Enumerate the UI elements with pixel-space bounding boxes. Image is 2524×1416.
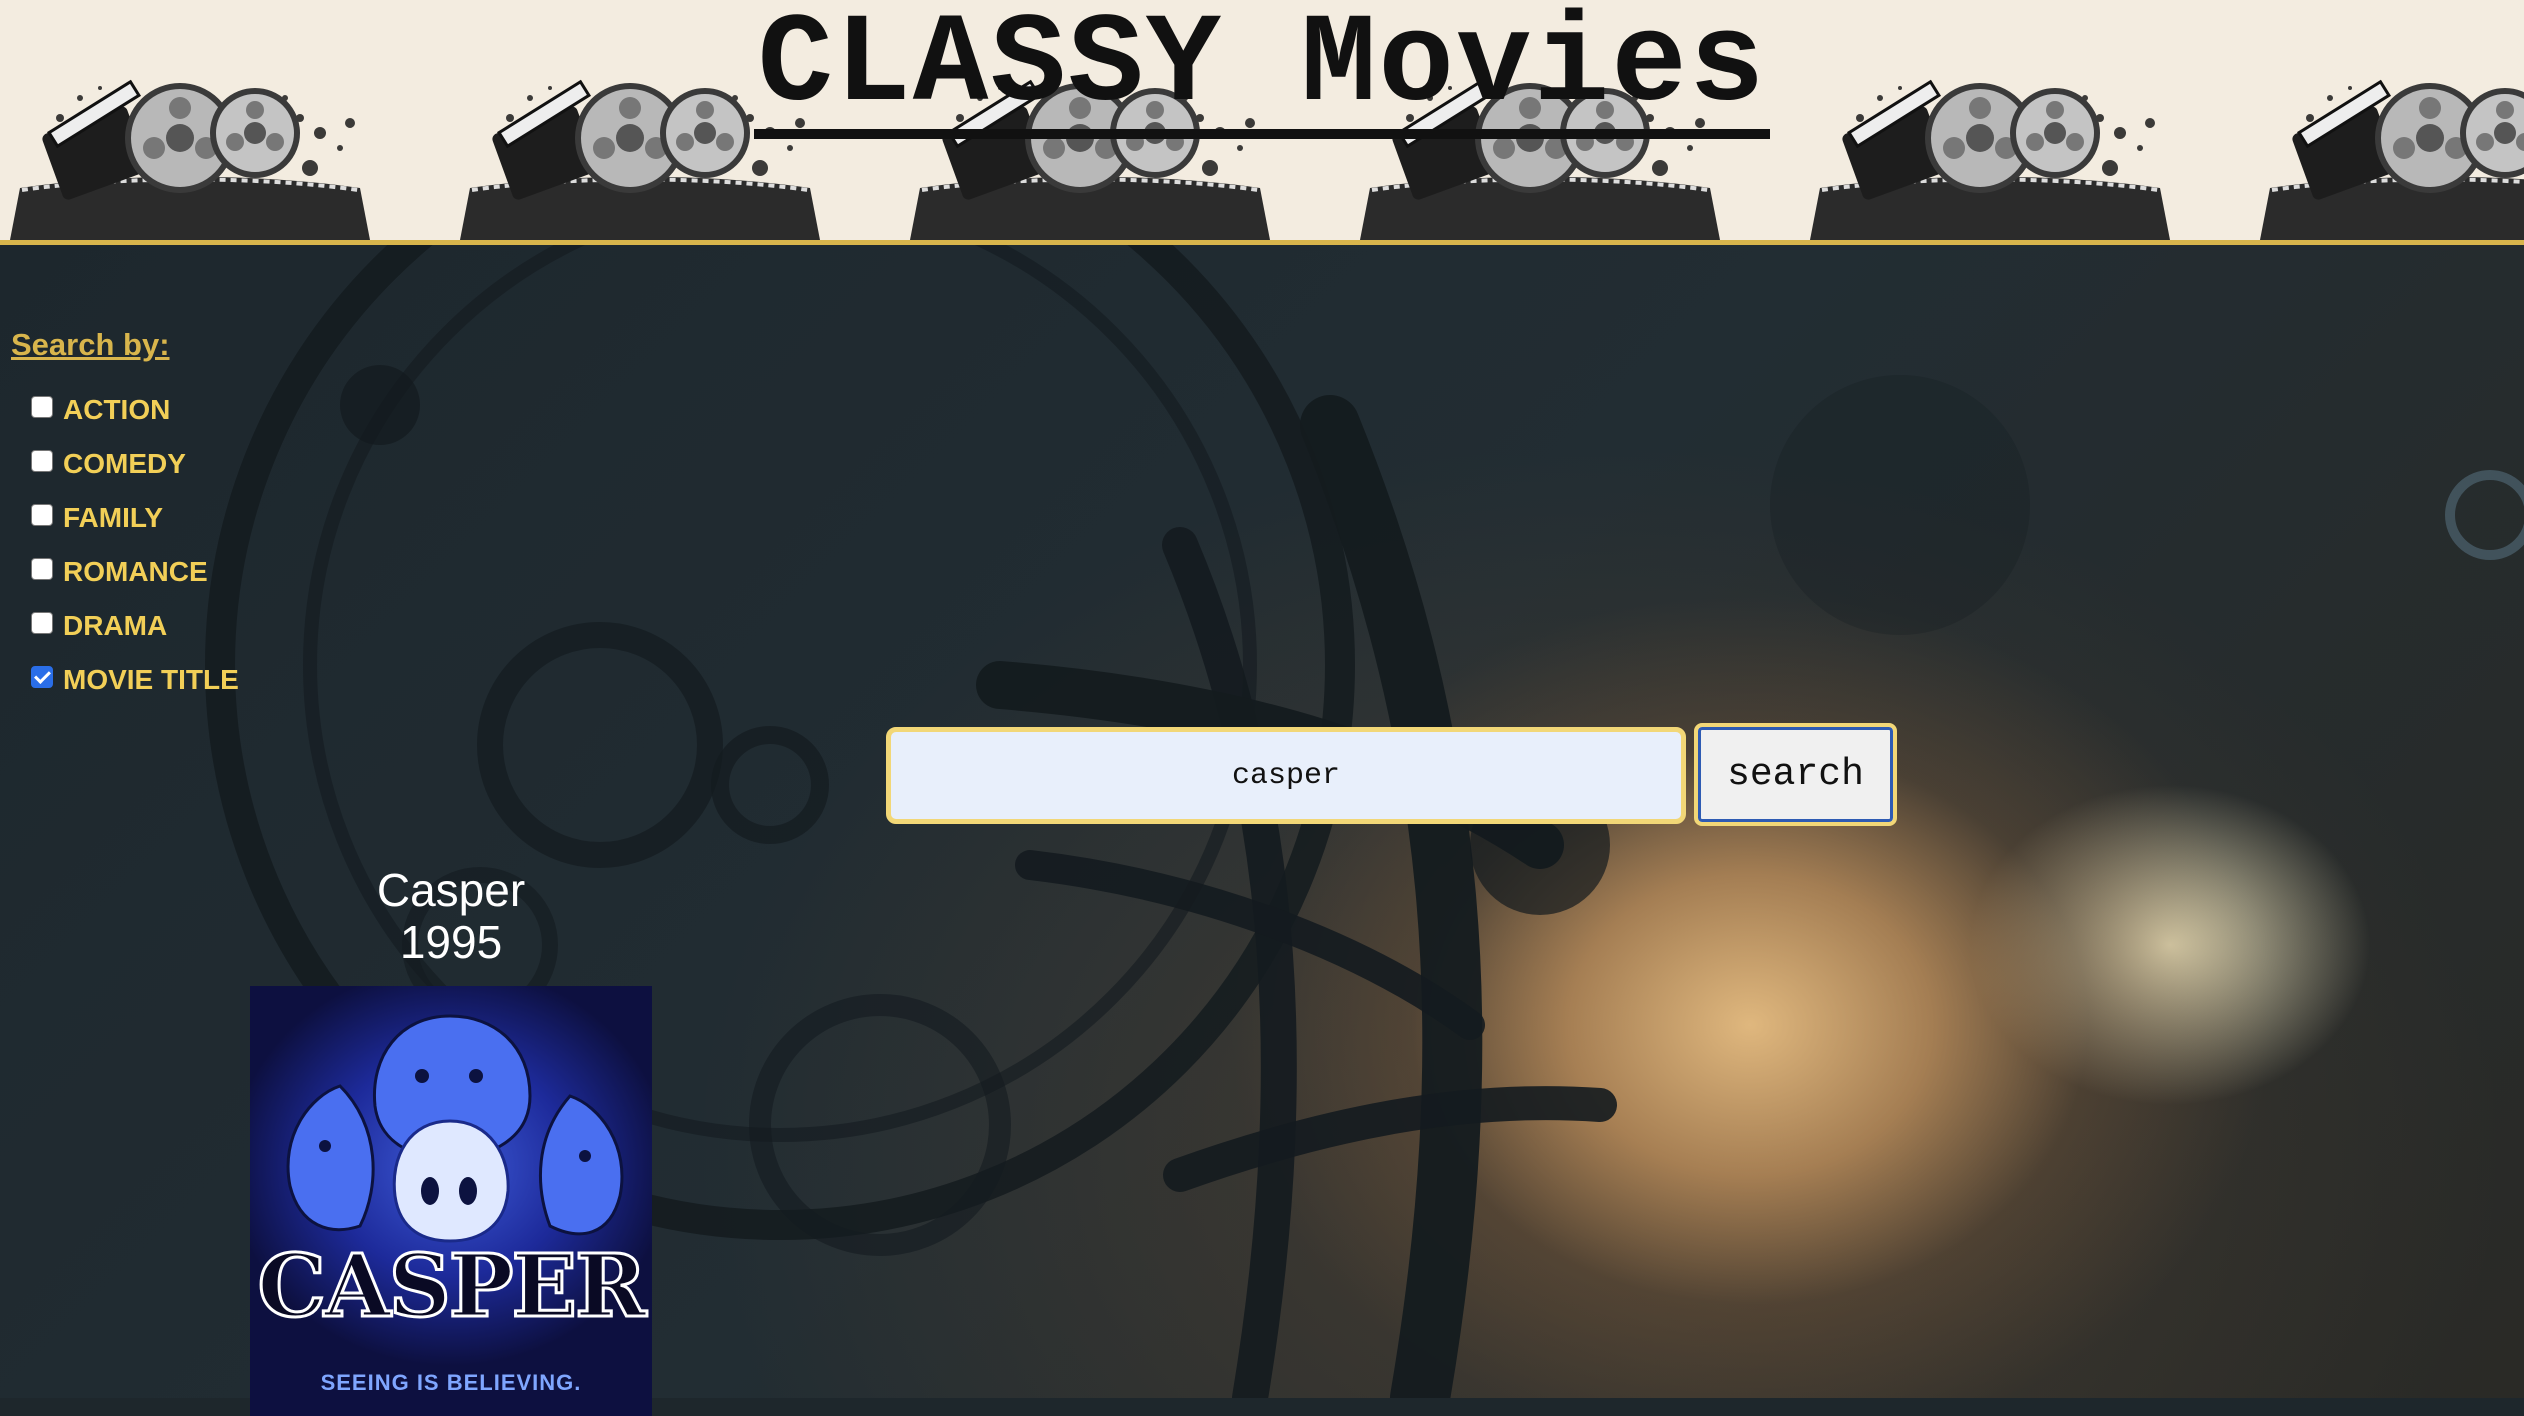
movie-title-checkbox[interactable]: [31, 666, 53, 688]
filter-drama[interactable]: DRAMA: [11, 599, 311, 653]
filter-sidebar: Search by: ACTION COMEDY FAMILY ROMANCE …: [11, 327, 311, 707]
ghosts-illustration: [286, 1014, 624, 1243]
search-by-heading: Search by:: [11, 327, 170, 362]
header-banner: CLASSY Movies: [0, 0, 2524, 245]
filter-family[interactable]: FAMILY: [11, 491, 311, 545]
filter-comedy[interactable]: COMEDY: [11, 437, 311, 491]
drama-checkbox[interactable]: [31, 612, 53, 634]
filter-label: ACTION: [63, 394, 171, 425]
search-input[interactable]: [886, 727, 1686, 824]
family-checkbox[interactable]: [31, 504, 53, 526]
movie-result-card[interactable]: Casper 1995 CASPER SEEING IS BELIEVING.: [250, 864, 652, 1416]
action-checkbox[interactable]: [31, 396, 53, 418]
filter-label: MOVIE TITLE: [63, 664, 239, 695]
romance-checkbox[interactable]: [31, 558, 53, 580]
filter-label: FAMILY: [63, 502, 164, 533]
filter-action[interactable]: ACTION: [11, 383, 311, 437]
filter-romance[interactable]: ROMANCE: [11, 545, 311, 599]
movie-title: Casper: [376, 864, 526, 916]
filter-movie-title[interactable]: MOVIE TITLE: [11, 653, 311, 707]
site-title: CLASSY Movies: [0, 0, 2524, 139]
poster-tagline: SEEING IS BELIEVING.: [320, 1370, 582, 1395]
filter-label: ROMANCE: [63, 556, 208, 587]
comedy-checkbox[interactable]: [31, 450, 53, 472]
movie-poster[interactable]: CASPER SEEING IS BELIEVING.: [250, 986, 652, 1416]
movie-year: 1995: [399, 916, 503, 968]
poster-logo: CASPER: [256, 1235, 648, 1339]
filter-label: DRAMA: [63, 610, 168, 641]
filter-label: COMEDY: [63, 448, 186, 479]
search-button[interactable]: search: [1694, 723, 1897, 826]
